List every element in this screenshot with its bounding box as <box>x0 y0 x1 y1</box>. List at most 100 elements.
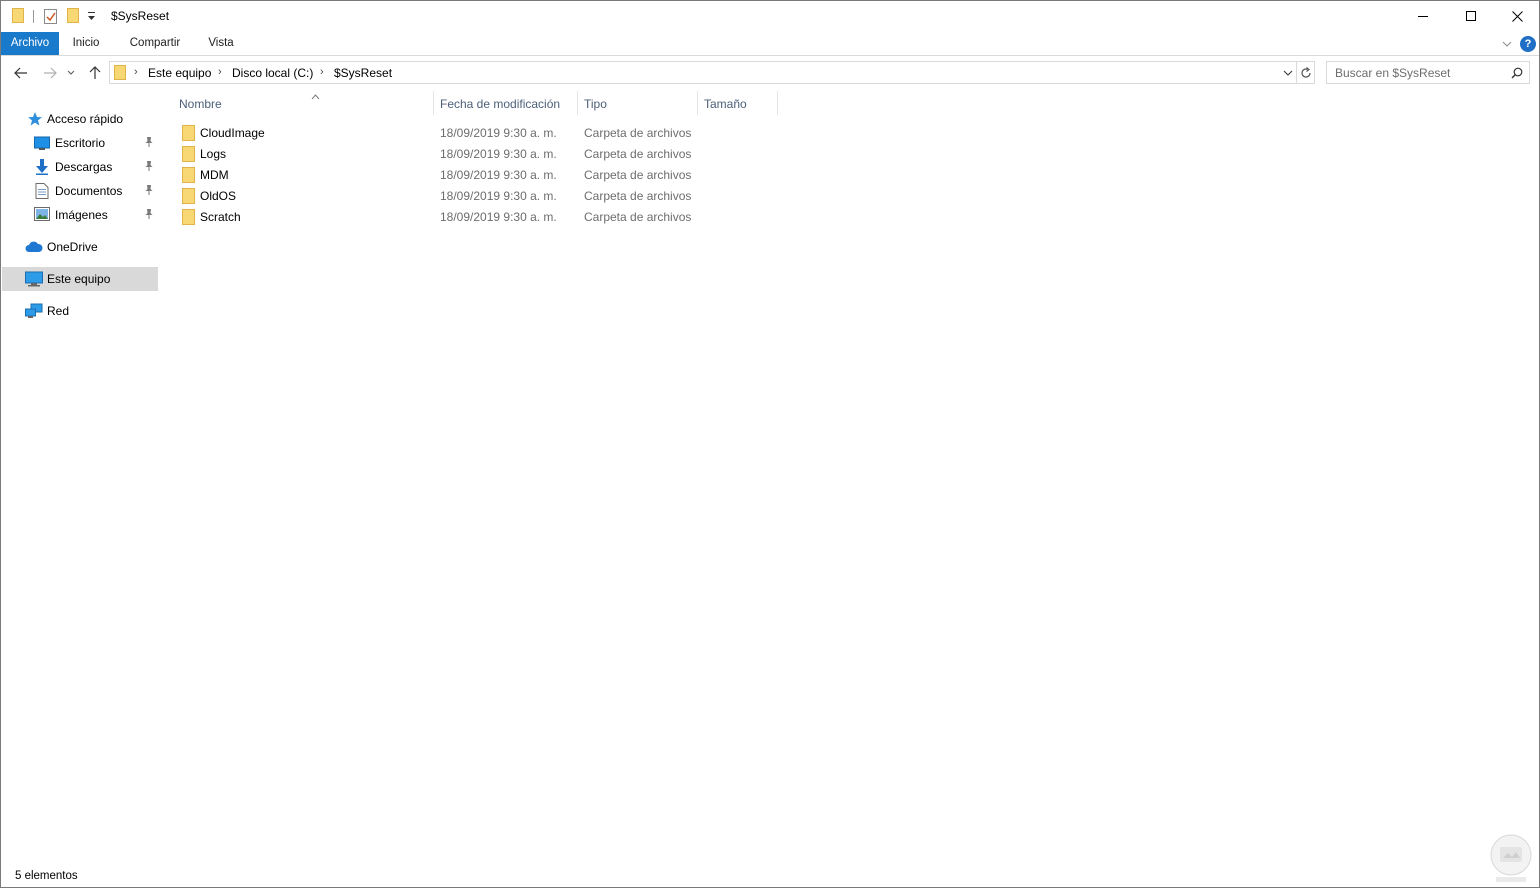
close-icon <box>1511 10 1523 22</box>
nav-label: Descargas <box>55 160 113 174</box>
folder-icon <box>182 146 195 165</box>
window-title: $SysReset <box>111 9 170 23</box>
table-row[interactable]: CloudImage 18/09/2019 9:30 a. m. Carpeta… <box>177 122 777 143</box>
ribbon: Archivo Inicio Compartir Vista ? <box>1 32 1539 56</box>
desktop-icon <box>34 135 50 151</box>
address-dropdown-chevron-icon[interactable] <box>1283 67 1293 81</box>
network-icon <box>25 303 43 319</box>
nav-label: Red <box>47 304 70 318</box>
folder-icon <box>182 125 195 144</box>
file-modified: 18/09/2019 9:30 a. m. <box>440 147 557 161</box>
file-type: Carpeta de archivos <box>584 126 692 140</box>
file-type: Carpeta de archivos <box>584 147 692 161</box>
search-placeholder: Buscar en $SysReset <box>1335 66 1451 80</box>
file-explorer-window: $SysReset Archivo Inicio Compartir Vista… <box>0 0 1540 888</box>
column-label: Nombre <box>179 97 222 111</box>
maximize-button[interactable] <box>1448 1 1494 31</box>
column-header-fecha[interactable]: Fecha de modificación <box>434 89 578 117</box>
refresh-icon <box>1300 66 1311 78</box>
search-icon[interactable] <box>1511 67 1523 82</box>
download-arrow-icon <box>34 159 50 175</box>
navigation-pane: Acceso rápido Escritorio Descargas Docum… <box>1 93 161 863</box>
folder-icon <box>182 188 195 207</box>
file-modified: 18/09/2019 9:30 a. m. <box>440 168 557 182</box>
table-row[interactable]: Logs 18/09/2019 9:30 a. m. Carpeta de ar… <box>177 143 777 164</box>
pin-icon[interactable] <box>144 136 154 151</box>
tab-compartir[interactable]: Compartir <box>119 32 191 55</box>
file-name: CloudImage <box>200 126 265 140</box>
column-header-tamano[interactable]: Tamaño <box>698 89 778 117</box>
minimize-button[interactable] <box>1400 1 1446 31</box>
folder-icon <box>182 209 195 228</box>
nav-item-este-equipo[interactable]: Este equipo <box>2 267 158 291</box>
help-icon[interactable]: ? <box>1520 36 1536 52</box>
column-header-nombre[interactable]: Nombre <box>173 89 434 117</box>
column-label: Tamaño <box>704 97 747 111</box>
computer-icon <box>25 271 43 287</box>
file-list: Nombre Fecha de modificación Tipo Tamaño… <box>161 89 1539 861</box>
nav-label: Documentos <box>55 184 123 198</box>
customize-dropdown-icon[interactable] <box>87 10 96 22</box>
navigation-bar: › Este equipo › Disco local (C:) › $SysR… <box>1 57 1539 89</box>
new-folder-icon[interactable] <box>67 8 79 23</box>
nav-label: OneDrive <box>47 240 98 254</box>
pictures-icon <box>34 207 50 223</box>
tab-archivo[interactable]: Archivo <box>1 32 59 55</box>
nav-item-onedrive[interactable]: OneDrive <box>2 235 158 259</box>
file-modified: 18/09/2019 9:30 a. m. <box>440 189 557 203</box>
maximize-icon <box>1466 11 1476 21</box>
close-button[interactable] <box>1494 1 1540 31</box>
file-modified: 18/09/2019 9:30 a. m. <box>440 126 557 140</box>
pin-icon[interactable] <box>144 184 154 199</box>
column-label: Tipo <box>584 97 607 111</box>
file-name: MDM <box>200 168 229 182</box>
back-arrow-icon[interactable] <box>13 65 29 81</box>
table-row[interactable]: MDM 18/09/2019 9:30 a. m. Carpeta de arc… <box>177 164 777 185</box>
tab-vista[interactable]: Vista <box>199 32 243 55</box>
title-bar: $SysReset <box>1 1 1539 32</box>
forward-arrow-icon[interactable] <box>42 65 58 81</box>
folder-icon <box>182 167 195 186</box>
breadcrumb-separator[interactable]: › <box>320 66 324 78</box>
file-modified: 18/09/2019 9:30 a. m. <box>440 210 557 224</box>
file-name: Scratch <box>200 210 241 224</box>
nav-item-escritorio[interactable]: Escritorio <box>2 131 158 155</box>
star-icon <box>27 111 43 127</box>
address-bar[interactable]: › Este equipo › Disco local (C:) › $SysR… <box>109 61 1297 84</box>
breadcrumb-sysreset[interactable]: $SysReset <box>334 66 392 80</box>
cloud-icon <box>25 239 43 255</box>
nav-label: Este equipo <box>47 272 111 286</box>
nav-item-red[interactable]: Red <box>2 299 158 323</box>
recent-locations-chevron-icon[interactable] <box>66 65 76 81</box>
up-arrow-icon[interactable] <box>87 65 103 81</box>
file-type: Carpeta de archivos <box>584 168 692 182</box>
table-row[interactable]: Scratch 18/09/2019 9:30 a. m. Carpeta de… <box>177 206 777 227</box>
properties-check-icon[interactable] <box>44 9 57 24</box>
folder-icon <box>114 65 126 83</box>
file-name: Logs <box>200 147 227 161</box>
breadcrumb-separator[interactable]: › <box>218 66 222 78</box>
table-row[interactable]: OldOS 18/09/2019 9:30 a. m. Carpeta de a… <box>177 185 777 206</box>
nav-item-imagenes[interactable]: Imágenes <box>2 203 158 227</box>
refresh-button[interactable] <box>1297 61 1315 84</box>
expand-ribbon-chevron-icon[interactable] <box>1502 38 1512 52</box>
nav-item-descargas[interactable]: Descargas <box>2 155 158 179</box>
file-type: Carpeta de archivos <box>584 189 692 203</box>
nav-item-documentos[interactable]: Documentos <box>2 179 158 203</box>
search-input[interactable]: Buscar en $SysReset <box>1326 61 1530 84</box>
pin-icon[interactable] <box>144 208 154 223</box>
tab-inicio[interactable]: Inicio <box>63 32 109 55</box>
nav-item-quick-access[interactable]: Acceso rápido <box>2 107 158 131</box>
folder-icon[interactable] <box>12 8 24 23</box>
breadcrumb-disco-local[interactable]: Disco local (C:) <box>232 66 313 80</box>
nav-label: Escritorio <box>55 136 106 150</box>
column-divider[interactable] <box>777 91 778 115</box>
item-count: 5 elementos <box>15 870 78 882</box>
nav-label: Imágenes <box>55 208 108 222</box>
column-header-tipo[interactable]: Tipo <box>578 89 698 117</box>
file-type: Carpeta de archivos <box>584 210 692 224</box>
breadcrumb-separator[interactable]: › <box>134 66 138 78</box>
document-icon <box>35 183 51 199</box>
pin-icon[interactable] <box>144 160 154 175</box>
breadcrumb-este-equipo[interactable]: Este equipo <box>148 66 211 80</box>
